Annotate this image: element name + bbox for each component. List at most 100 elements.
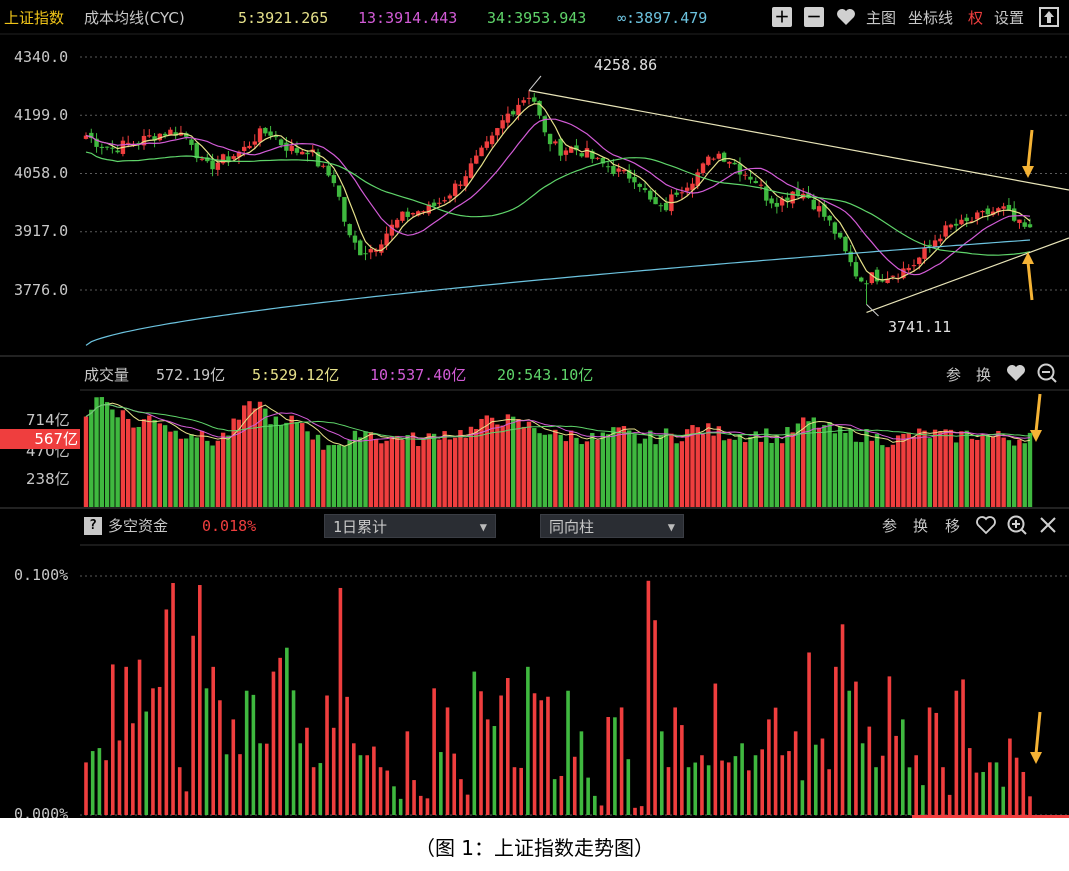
candle-body [495, 128, 500, 136]
fund-bar [425, 798, 430, 815]
fund-bar [834, 666, 838, 815]
volume-bar [837, 426, 843, 507]
volume-bar [152, 419, 157, 507]
volume-bar [727, 438, 732, 507]
axis-line-button[interactable]: 坐标线 [908, 9, 953, 27]
fund-bar [907, 767, 912, 815]
fund-bar [753, 755, 758, 815]
candle-body [300, 151, 305, 155]
fund-bar [318, 763, 323, 815]
volume-bar [294, 422, 300, 507]
candle-body [917, 257, 922, 264]
volume-bar [827, 422, 832, 507]
fund-bar [479, 691, 483, 815]
fund-bar [291, 690, 296, 815]
period-select[interactable]: 1日累计 ▼ [324, 514, 496, 538]
volume-bar [326, 445, 331, 507]
ma5-value: 5:3921.265 [238, 9, 329, 27]
high-pointer [528, 75, 542, 91]
help-icon[interactable]: ? [84, 517, 102, 535]
fund-switch-button[interactable]: 换 [913, 517, 928, 535]
candle-body [1001, 206, 1006, 209]
chart-canvas[interactable] [0, 0, 1069, 818]
zoom-out-icon[interactable] [1036, 362, 1058, 388]
heart-icon[interactable] [1005, 362, 1027, 388]
fund-param-button[interactable]: 参 [882, 517, 897, 535]
volume-bar [743, 442, 748, 507]
close-icon[interactable] [1038, 515, 1058, 539]
vol-ma10-value: 10:537.40亿 [370, 366, 467, 384]
fund-bar [887, 676, 892, 815]
heart-icon[interactable] [835, 6, 857, 32]
style-select[interactable]: 同向柱 ▼ [540, 514, 684, 538]
fund-bar [787, 751, 791, 815]
fund-bar [827, 769, 831, 815]
candle-body [547, 133, 553, 145]
volume-switch-button[interactable]: 换 [976, 366, 991, 384]
zoom-in-icon[interactable] [1006, 514, 1028, 540]
candle-body [890, 275, 896, 277]
volume-bar [774, 435, 780, 507]
candle-body [352, 235, 358, 243]
volume-bar [674, 443, 679, 507]
candle-body [753, 181, 758, 184]
candle-body [410, 213, 416, 215]
fund-bar [499, 695, 503, 815]
fund-bar [218, 700, 222, 815]
heart-outline-icon[interactable] [975, 514, 997, 540]
fund-bar [298, 743, 303, 815]
fund-bar [740, 743, 744, 815]
fund-bar [733, 756, 738, 815]
fund-bar [767, 719, 771, 815]
volume-bar [700, 434, 706, 507]
main-chart-button[interactable]: 主图 [866, 9, 896, 27]
candle-body [125, 142, 131, 144]
candle-body [558, 138, 563, 156]
candle-body [790, 191, 795, 204]
volume-bar [690, 425, 695, 507]
zoom-in-button[interactable]: ＋ [772, 7, 792, 27]
fund-bar [800, 780, 805, 815]
volume-bar [969, 438, 975, 507]
expand-icon[interactable] [1039, 7, 1059, 31]
fund-bar [961, 679, 965, 815]
fund-bar [747, 770, 751, 815]
volume-bar [732, 439, 737, 507]
fund-bar [706, 765, 711, 815]
volume-bar [953, 442, 959, 507]
volume-bar [384, 440, 389, 507]
candle-body [210, 160, 215, 170]
candle-body [194, 142, 199, 159]
fund-bar [452, 753, 457, 815]
volume-bar [853, 441, 859, 507]
fund-move-button[interactable]: 移 [945, 517, 960, 535]
volume-bar [468, 426, 474, 507]
fund-bar [552, 779, 557, 815]
settings-button[interactable]: 设置 [994, 9, 1024, 27]
ma34-line [85, 151, 1031, 256]
volume-bar [263, 408, 268, 507]
zoom-out-button[interactable]: － [804, 7, 824, 27]
volume-bar [463, 437, 468, 507]
fund-bar [211, 666, 216, 815]
fund-bar [485, 719, 490, 815]
volume-bar [648, 430, 653, 507]
candle-body [542, 116, 548, 133]
candle-body [953, 223, 959, 226]
fund-bar [974, 772, 979, 815]
fund-bar [900, 719, 905, 815]
candle-body [716, 153, 722, 159]
volume-param-button[interactable]: 参 [946, 366, 961, 384]
volume-bar [795, 423, 801, 507]
fund-bar [894, 735, 898, 815]
candle-body [268, 131, 273, 136]
volume-bar [300, 423, 305, 507]
fund-bar [97, 748, 102, 815]
rights-button[interactable]: 权 [968, 9, 983, 27]
volume-value: 572.19亿 [156, 366, 226, 384]
fund-bar [914, 755, 918, 815]
fund-bar [1014, 757, 1019, 815]
period-select-value: 1日累计 [333, 518, 388, 536]
volume-bar [489, 417, 495, 507]
candle-body [474, 155, 479, 164]
